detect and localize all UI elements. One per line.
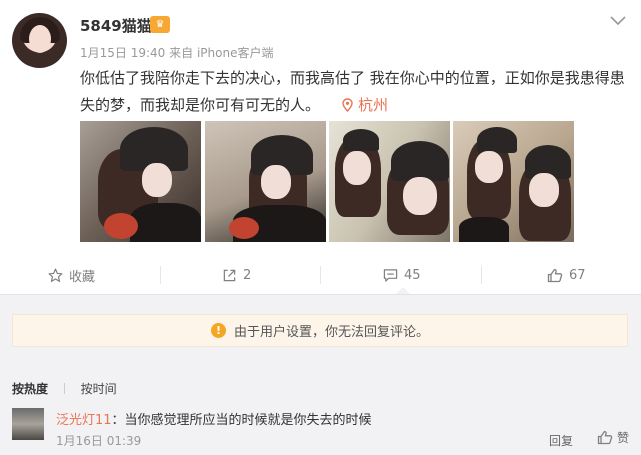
warning-icon: ! xyxy=(210,323,226,338)
comment-pointer xyxy=(396,287,410,294)
comment-like-button[interactable]: 赞 xyxy=(597,429,629,446)
commenter-avatar[interactable] xyxy=(12,408,44,440)
post-image-4[interactable] xyxy=(453,121,574,242)
comment-icon xyxy=(383,268,398,282)
post-image-2[interactable] xyxy=(205,121,326,242)
comment-sort-tabs: 按热度 按时间 xyxy=(12,380,117,397)
post-image-3[interactable] xyxy=(329,121,450,242)
post-timestamp[interactable]: 1月15日 19:40 xyxy=(80,46,165,60)
sort-divider xyxy=(63,383,65,394)
share-button[interactable]: 2 xyxy=(222,257,251,293)
star-icon xyxy=(48,268,63,282)
comment-text: ：当你感觉理所应当的时候就是你失去的时候 xyxy=(111,413,372,428)
location-label: 杭州 xyxy=(358,96,389,114)
commenter-name[interactable]: 泛光灯11 xyxy=(56,413,112,428)
notice-text: 由于用户设置，你无法回复评论。 xyxy=(233,325,429,340)
like-count: 67 xyxy=(569,267,586,283)
reply-restricted-notice: ! 由于用户设置，你无法回复评论。 xyxy=(12,314,628,347)
post-meta: 1月15日 19:40 来自 iPhone客户端 xyxy=(80,44,273,61)
action-divider xyxy=(160,266,161,284)
username[interactable]: 5849猫猫 xyxy=(80,15,152,36)
sort-by-time-tab[interactable]: 按时间 xyxy=(81,382,117,396)
comment-timestamp: 1月16日 01:39 xyxy=(56,434,142,448)
weibo-post-page: 5849猫猫 ♛ 1月15日 19:40 来自 iPhone客户端 你低估了我陪… xyxy=(0,0,641,455)
comment-count: 45 xyxy=(404,267,421,283)
post-image-1[interactable] xyxy=(80,121,201,242)
post-action-bar: 收藏 2 45 67 xyxy=(0,257,641,293)
sort-by-hot-tab[interactable]: 按热度 xyxy=(12,382,48,396)
vip-badge-icon: ♛ xyxy=(150,16,170,33)
favorite-label: 收藏 xyxy=(69,269,96,285)
post-source: 来自 iPhone客户端 xyxy=(169,46,274,60)
share-count: 2 xyxy=(243,267,252,283)
comment-section: ! 由于用户设置，你无法回复评论。 按热度 按时间 泛光灯11：当你感觉理所应当… xyxy=(0,295,641,455)
share-icon xyxy=(223,269,236,281)
chevron-down-icon[interactable] xyxy=(609,14,627,28)
like-button[interactable]: 67 xyxy=(547,257,586,293)
action-divider xyxy=(481,266,482,284)
post-text: 你低估了我陪你走下去的决心，而我高估了 我在你心中的位置，正如你是我患得患失的梦… xyxy=(80,65,628,119)
comment-like-label: 赞 xyxy=(617,431,630,445)
comment-item: 泛光灯11：当你感觉理所应当的时候就是你失去的时候 xyxy=(56,409,372,428)
action-divider xyxy=(320,266,321,284)
favorite-button[interactable]: 收藏 xyxy=(48,257,95,293)
location-link[interactable]: 杭州 xyxy=(342,96,388,114)
thumbs-up-icon xyxy=(597,430,613,445)
comment-reply-button[interactable]: 回复 xyxy=(549,432,573,449)
location-pin-icon xyxy=(342,98,353,112)
user-avatar[interactable] xyxy=(12,13,67,68)
thumbs-up-icon xyxy=(547,268,563,282)
